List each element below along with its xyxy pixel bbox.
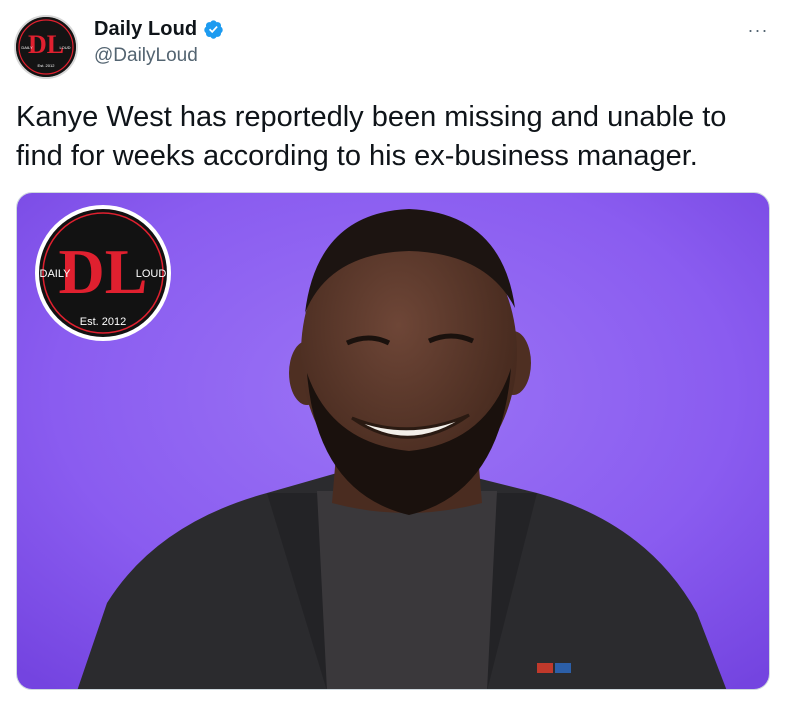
daily-loud-watermark-icon: DL DAILY LOUD Est. 2012 bbox=[35, 205, 171, 341]
shirt bbox=[317, 491, 497, 689]
avatar[interactable]: DL DAILY LOUD Est. 2012 bbox=[14, 15, 78, 79]
tweet-media-image[interactable]: DL DAILY LOUD Est. 2012 bbox=[16, 192, 770, 690]
svg-text:Est. 2012: Est. 2012 bbox=[38, 63, 56, 68]
tweet-text: Kanye West has reportedly been missing a… bbox=[16, 101, 727, 172]
svg-text:DL: DL bbox=[59, 236, 148, 307]
svg-text:LOUD: LOUD bbox=[136, 268, 167, 280]
tweet-card: DL DAILY LOUD Est. 2012 Daily Loud @Dail… bbox=[0, 0, 792, 702]
daily-loud-logo-icon: DL DAILY LOUD Est. 2012 bbox=[16, 17, 76, 77]
name-row: Daily Loud bbox=[94, 18, 224, 41]
svg-text:Est. 2012: Est. 2012 bbox=[80, 316, 126, 328]
more-options-button[interactable]: ··· bbox=[743, 18, 773, 42]
svg-text:LOUD: LOUD bbox=[59, 45, 70, 50]
verified-badge-icon bbox=[204, 20, 223, 39]
svg-text:DAILY: DAILY bbox=[21, 45, 33, 50]
handle[interactable]: @DailyLoud bbox=[94, 45, 198, 67]
photo-illustration: DL DAILY LOUD Est. 2012 bbox=[17, 193, 769, 689]
display-name[interactable]: Daily Loud bbox=[94, 18, 197, 41]
svg-text:DAILY: DAILY bbox=[40, 268, 72, 280]
